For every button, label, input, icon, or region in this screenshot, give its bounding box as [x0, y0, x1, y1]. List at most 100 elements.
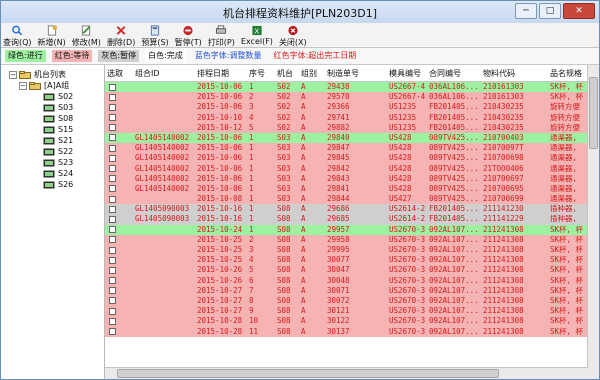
row-select-checkbox[interactable] [109, 124, 116, 132]
toolbar-button-printer[interactable]: 打印(P) [208, 25, 235, 48]
table-cell: US2670-3 [389, 275, 426, 285]
toolbar-button-stop[interactable]: 暂停(T) [175, 25, 202, 48]
row-select-checkbox[interactable] [109, 297, 116, 305]
column-header[interactable]: 机台 [277, 68, 293, 79]
table-cell: 089TV425... [429, 173, 479, 183]
tree-machine-s08[interactable]: S08 [1, 113, 104, 124]
column-header[interactable]: 排程日期 [197, 68, 229, 79]
row-select-checkbox[interactable] [109, 236, 116, 244]
table-row[interactable]: GL1405140002 2015-10-06 1 S03 A 29843 US428 089… [105, 173, 588, 184]
table-row[interactable]: 2015-10-26 5 S08 A 30047 US2670-3 092AL107... 2… [105, 265, 588, 276]
toolbar-button-close[interactable]: 关闭(X) [279, 25, 307, 48]
table-row[interactable]: 2015-10-28 10 S08 A 30122 US2670-3 092AL107...… [105, 316, 588, 327]
tree-root[interactable]: − 机台列表 [1, 69, 104, 80]
table-row[interactable]: 2015-10-10 4 S02 A 29741 US1235 FB201405... 210… [105, 112, 588, 123]
table-row[interactable]: 2015-10-25 2 S08 A 29958 US2670-3 092AL107... 2… [105, 234, 588, 245]
column-header[interactable]: 物料代码 [483, 68, 515, 79]
table-row[interactable]: GL1405140002 2015-10-06 1 S03 A 29842 US428 089… [105, 163, 588, 174]
table-row[interactable]: GL1405140002 2015-10-06 1 S03 A 29840 US428 089… [105, 132, 588, 144]
tree-machine-s26[interactable]: S26 [1, 179, 104, 190]
column-header[interactable]: 品名规格 [550, 68, 582, 79]
table-row[interactable]: GL1405140002 2015-10-06 1 S03 A 29847 US428 089… [105, 143, 588, 154]
toolbar-button-search[interactable]: 查询(Q) [3, 25, 32, 48]
column-header[interactable]: 模具编号 [389, 68, 421, 79]
column-header[interactable]: 组合ID [135, 68, 160, 79]
table-cell: A [301, 265, 306, 275]
tree-machine-s03[interactable]: S03 [1, 102, 104, 113]
toolbar-button-edit[interactable]: 修改(M) [72, 25, 101, 48]
column-header[interactable]: 组别 [301, 68, 317, 79]
tree-machine-s23[interactable]: S23 [1, 157, 104, 168]
column-header[interactable]: 合同编号 [429, 68, 461, 79]
table-row[interactable]: GL1405140002 2015-10-06 1 S03 A 29845 US428 089… [105, 153, 588, 164]
table-row[interactable]: 2015-10-27 8 S08 A 30072 US2670-3 092AL107... 2… [105, 295, 588, 307]
table-row[interactable]: 2015-10-08 1 S03 A 29844 US427 089TV425... 2107… [105, 194, 588, 205]
row-select-checkbox[interactable] [109, 256, 116, 264]
maximize-button[interactable]: □ [539, 3, 561, 19]
row-select-checkbox[interactable] [109, 185, 116, 193]
table-cell: 089TV425... [429, 194, 479, 204]
row-select-checkbox[interactable] [109, 165, 116, 172]
table-cell: US2670-3 [389, 265, 426, 275]
table-cell: S03 [277, 153, 291, 163]
column-header[interactable]: 制造单号 [327, 68, 359, 79]
row-select-checkbox[interactable] [109, 266, 116, 274]
minimize-button[interactable]: ─ [515, 3, 537, 19]
row-select-checkbox[interactable] [109, 175, 116, 183]
expand-toggle-icon[interactable]: − [9, 70, 17, 79]
tree-group[interactable]: − [A]A组 [1, 80, 104, 91]
window-close-button[interactable]: ✕ [563, 3, 595, 19]
row-select-checkbox[interactable] [109, 93, 116, 101]
column-header[interactable]: 选取 [107, 68, 123, 79]
row-select-checkbox[interactable] [109, 277, 116, 285]
row-select-checkbox[interactable] [109, 103, 116, 111]
table-row[interactable]: 2015-10-06 3 S02 A 29366 US1235 FB201405... 210… [105, 102, 588, 113]
table-row[interactable]: 2015-10-27 7 S08 A 30071 US2670-3 092AL107... 2… [105, 285, 588, 296]
table-row[interactable]: GL1405090003 2015-10-16 1 S08 A 29686 US2614-2… [105, 204, 588, 215]
table-row[interactable]: 2015-10-27 9 S08 A 30121 US2670-3 092AL107... 2… [105, 306, 588, 317]
table-row[interactable]: 2015-10-25 3 S08 A 29995 US2670-3 092AL107... 2… [105, 245, 588, 256]
table-row[interactable]: 2015-10-28 11 S08 A 30137 US2670-3 092AL107...… [105, 326, 588, 337]
table-cell: 29438 [327, 82, 350, 91]
table-row[interactable]: 2015-10-12 5 S02 A 29882 US1235 FB201405... 210… [105, 122, 588, 133]
tree-machine-s24[interactable]: S24 [1, 168, 104, 179]
table-row[interactable]: 2015-10-24 1 S08 A 29957 US2670-3 092AL107... 2… [105, 224, 588, 235]
tree-machine-s15[interactable]: S15 [1, 124, 104, 135]
row-select-checkbox[interactable] [109, 328, 116, 335]
toolbar-button-new-document[interactable]: 新增(N) [38, 25, 66, 48]
table-row[interactable]: 2015-10-26 6 S08 A 30048 US2670-3 092AL107... 2… [105, 275, 588, 286]
row-select-checkbox[interactable] [109, 83, 116, 91]
tree-machine-s02[interactable]: S02 [1, 91, 104, 102]
table-row[interactable]: 2015-10-06 1 S02 A 29438 US2667-4 036AL106... 2… [105, 82, 588, 93]
expand-toggle-icon[interactable]: − [19, 81, 27, 90]
table-cell: 210161303 [483, 82, 524, 91]
vertical-scrollbar[interactable] [587, 65, 599, 368]
machine-tree[interactable]: − 机台列表 − [A]A组 S02 S03 S08 S15 S21 S22 S23 S24 S26 [1, 65, 105, 379]
row-select-checkbox[interactable] [109, 205, 116, 213]
toolbar-button-calculator[interactable]: 预算(S) [141, 25, 169, 48]
row-select-checkbox[interactable] [109, 215, 116, 223]
tree-machine-s22[interactable]: S22 [1, 146, 104, 157]
table-row[interactable]: GL1405090003 2015-10-16 1 S08 A 29685 US2614-2… [105, 214, 588, 225]
row-select-checkbox[interactable] [109, 307, 116, 315]
horizontal-scrollbar[interactable] [105, 367, 588, 379]
table-cell: S08 [277, 204, 291, 214]
row-select-checkbox[interactable] [109, 246, 116, 254]
horizontal-scroll-thumb[interactable] [117, 369, 499, 378]
table-row[interactable]: GL1405140002 2015-10-06 1 S03 A 29841 US428 089… [105, 183, 588, 195]
row-select-checkbox[interactable] [109, 154, 116, 162]
row-select-checkbox[interactable] [109, 195, 116, 203]
row-select-checkbox[interactable] [109, 226, 116, 234]
vertical-scroll-thumb[interactable] [589, 77, 598, 149]
row-select-checkbox[interactable] [109, 317, 116, 325]
toolbar-button-delete[interactable]: 删除(D) [107, 25, 135, 48]
table-row[interactable]: 2015-10-25 4 S08 A 30077 US2670-3 092AL107... 2… [105, 255, 588, 266]
row-select-checkbox[interactable] [109, 134, 116, 142]
column-header[interactable]: 序号 [249, 68, 265, 79]
toolbar-button-excel[interactable]: X Excel(F) [241, 25, 273, 46]
table-row[interactable]: 2015-10-06 2 S02 A 29570 US2667-4 036AL106... 2… [105, 92, 588, 103]
tree-machine-s21[interactable]: S21 [1, 135, 104, 146]
row-select-checkbox[interactable] [109, 144, 116, 152]
row-select-checkbox[interactable] [109, 287, 116, 295]
row-select-checkbox[interactable] [109, 114, 116, 122]
